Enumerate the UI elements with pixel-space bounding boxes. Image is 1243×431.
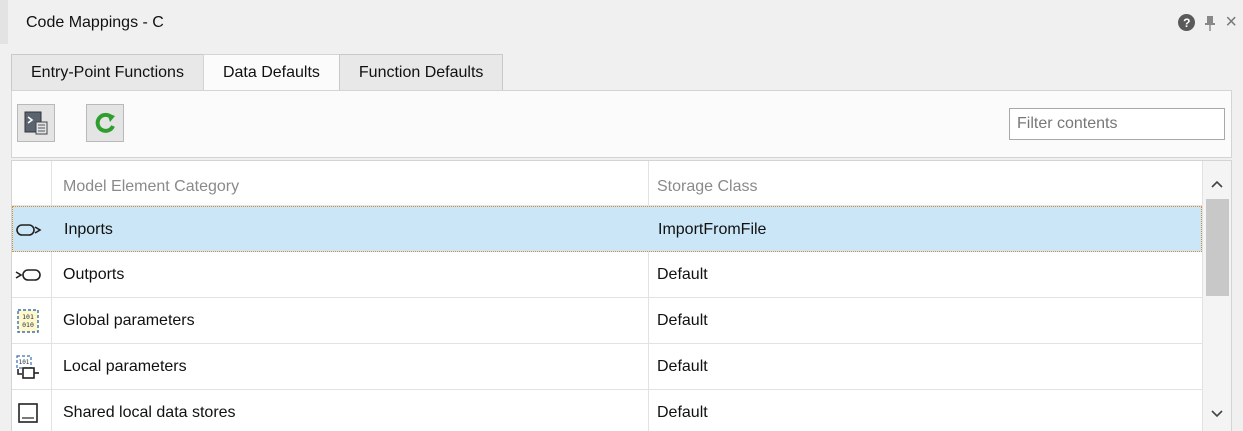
- refresh-icon: [95, 112, 115, 133]
- panel-titlebar: Code Mappings - C ? ×: [0, 0, 1243, 44]
- row-storage-class[interactable]: Default: [657, 358, 708, 376]
- scrollbar-thumb[interactable]: [1206, 199, 1229, 296]
- svg-text:010: 010: [22, 321, 34, 329]
- row-storage-class[interactable]: Default: [657, 266, 708, 284]
- column-header-category[interactable]: Model Element Category: [63, 178, 239, 196]
- title-icons: ? ×: [1178, 11, 1237, 34]
- data-store-icon: [15, 401, 41, 425]
- row-storage-class[interactable]: ImportFromFile: [658, 221, 766, 239]
- scroll-up-icon[interactable]: [1211, 175, 1223, 191]
- configure-icon: [24, 111, 48, 135]
- svg-text:101: 101: [22, 313, 34, 321]
- column-header-storage-class[interactable]: Storage Class: [657, 178, 758, 196]
- svg-text:101: 101: [19, 359, 30, 366]
- row-category: Outports: [63, 266, 125, 283]
- help-icon[interactable]: ?: [1178, 14, 1196, 31]
- table-row[interactable]: Inports ImportFromFile: [12, 206, 1202, 252]
- pin-icon[interactable]: [1205, 15, 1216, 31]
- table-row[interactable]: 101 Local parameters Default: [12, 344, 1202, 390]
- refresh-button[interactable]: [86, 104, 124, 142]
- table-row[interactable]: 101 010 Global parameters Default: [12, 298, 1202, 344]
- scroll-down-icon[interactable]: [1211, 405, 1223, 421]
- tab-function-defaults[interactable]: Function Defaults: [338, 54, 504, 90]
- local-parameter-icon: 101: [15, 355, 41, 379]
- row-storage-class[interactable]: Default: [657, 404, 708, 422]
- outport-icon: [15, 263, 41, 287]
- global-parameter-icon: 101 010: [15, 309, 41, 333]
- configure-button[interactable]: [17, 104, 55, 142]
- toolbar: [11, 90, 1232, 158]
- tab-bar: Entry-Point Functions Data Defaults Func…: [11, 54, 504, 91]
- table-row[interactable]: Shared local data stores Default: [12, 390, 1202, 431]
- row-category: Inports: [64, 221, 113, 238]
- filter-input[interactable]: [1009, 108, 1225, 140]
- tab-entry-point-functions[interactable]: Entry-Point Functions: [11, 54, 204, 90]
- row-category: Local parameters: [63, 358, 187, 375]
- close-icon[interactable]: ×: [1225, 11, 1237, 34]
- row-category: Global parameters: [63, 312, 195, 329]
- tab-data-defaults[interactable]: Data Defaults: [202, 54, 340, 91]
- row-category: Shared local data stores: [63, 404, 236, 421]
- mapping-table: Model Element Category Storage Class Inp…: [11, 160, 1232, 431]
- table-row[interactable]: Outports Default: [12, 252, 1202, 298]
- panel-title: Code Mappings - C: [26, 14, 164, 31]
- row-storage-class[interactable]: Default: [657, 312, 708, 330]
- inport-icon: [16, 218, 42, 242]
- table-header: Model Element Category Storage Class: [12, 161, 1202, 206]
- vertical-scrollbar[interactable]: [1202, 161, 1231, 431]
